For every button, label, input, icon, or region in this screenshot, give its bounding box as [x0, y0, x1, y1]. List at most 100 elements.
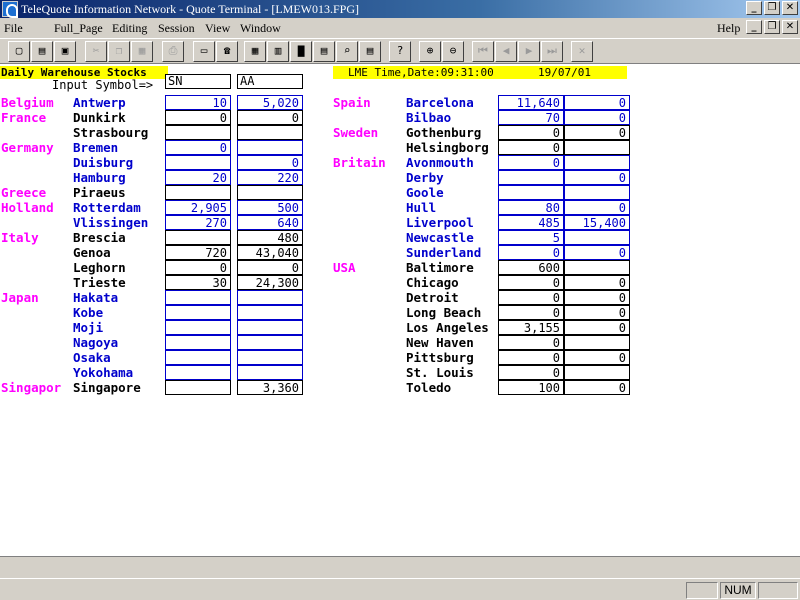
keypad-icon[interactable]: ▭ — [193, 41, 215, 62]
menu-bar: File Full_Page Editing Session View Wind… — [0, 18, 800, 38]
help-icon[interactable]: ? — [389, 41, 411, 62]
symbol-input-1[interactable]: SN — [165, 74, 231, 89]
warehouse-city[interactable]: Rotterdam — [73, 200, 141, 215]
chart-icon[interactable]: ▥ — [267, 41, 289, 62]
stock-cell-symbol1 — [165, 320, 231, 335]
restore-button[interactable]: ❐ — [764, 1, 780, 15]
warehouse-city[interactable]: Hakata — [73, 290, 118, 305]
status-num: NUM — [720, 582, 756, 599]
zoom-out-icon[interactable]: ⊖ — [442, 41, 464, 62]
stock-cell-symbol2 — [237, 320, 303, 335]
stock-cell-symbol1: 0 — [498, 365, 564, 380]
stock-cell-symbol1: 0 — [165, 260, 231, 275]
bar-chart-icon[interactable]: ▇ — [290, 41, 312, 62]
stock-cell-symbol2: 15,400 — [564, 215, 630, 230]
close-icon[interactable]: ✕ — [571, 41, 593, 62]
warehouse-city: Long Beach — [406, 305, 482, 320]
stock-cell-symbol1: 0 — [498, 140, 564, 155]
phone-icon[interactable]: ☎ — [216, 41, 238, 62]
stock-cell-symbol1 — [165, 155, 231, 170]
warehouse-city[interactable]: Avonmouth — [406, 155, 474, 170]
menu-session[interactable]: Session — [158, 21, 195, 36]
cut-icon[interactable]: ✂ — [85, 41, 107, 62]
country-label: Britain — [333, 155, 386, 170]
mdi-minimize-button[interactable]: _ — [746, 20, 762, 34]
close-button[interactable]: ✕ — [782, 1, 798, 15]
warehouse-city[interactable]: Derby — [406, 170, 444, 185]
menu-full-page[interactable]: Full_Page — [54, 21, 103, 36]
copy-icon[interactable]: ❐ — [108, 41, 130, 62]
lme-time: LME Time,Date:09:31:00 — [348, 66, 494, 79]
warehouse-city: Pittsburg — [406, 350, 474, 365]
warehouse-city[interactable]: Bilbao — [406, 110, 451, 125]
warehouse-city[interactable]: Bremen — [73, 140, 118, 155]
stock-cell-symbol2 — [237, 140, 303, 155]
next-icon[interactable]: ▶ — [518, 41, 540, 62]
symbol-input-2[interactable]: AA — [237, 74, 303, 89]
open-icon[interactable]: ▤ — [31, 41, 53, 62]
first-icon[interactable]: ⏮ — [472, 41, 494, 62]
minimize-button[interactable]: _ — [746, 1, 762, 15]
news-icon[interactable]: ▤ — [359, 41, 381, 62]
warehouse-city: Genoa — [73, 245, 111, 260]
toolbar: ▢ ▤ ▣ ✂ ❐ ▦ ⎙ ▭ ☎ ▦ ▥ ▇ ▤ ⌕ ▤ ? ⊕ ⊖ ⏮ ◀ … — [0, 38, 800, 64]
warehouse-city[interactable]: Newcastle — [406, 230, 474, 245]
menu-help[interactable]: Help — [717, 21, 740, 36]
mdi-restore-button[interactable]: ❐ — [764, 20, 780, 34]
warehouse-city[interactable]: Duisburg — [73, 155, 133, 170]
stock-cell-symbol2: 0 — [564, 200, 630, 215]
country-label: Sweden — [333, 125, 379, 140]
stock-cell-symbol1: 70 — [498, 110, 564, 125]
stock-cell-symbol1: 0 — [498, 155, 564, 170]
save-icon[interactable]: ▣ — [54, 41, 76, 62]
app-icon[interactable] — [2, 1, 18, 18]
stock-cell-symbol1: 600 — [498, 260, 564, 275]
warehouse-city[interactable]: Osaka — [73, 350, 111, 365]
warehouse-city[interactable]: Hull — [406, 200, 436, 215]
stock-cell-symbol2 — [564, 155, 630, 170]
grid-icon[interactable]: ▦ — [244, 41, 266, 62]
prev-icon[interactable]: ◀ — [495, 41, 517, 62]
zoom-page-icon[interactable]: ⌕ — [336, 41, 358, 62]
warehouse-city: Helsingborg — [406, 140, 489, 155]
warehouse-city: Gothenburg — [406, 125, 482, 140]
zoom-in-icon[interactable]: ⊕ — [419, 41, 441, 62]
warehouse-city: Piraeus — [73, 185, 126, 200]
warehouse-city[interactable]: Moji — [73, 320, 103, 335]
warehouse-city[interactable]: Yokohama — [73, 365, 133, 380]
warehouse-city[interactable]: Hamburg — [73, 170, 126, 185]
warehouse-city: St. Louis — [406, 365, 474, 380]
stock-cell-symbol2: 0 — [237, 110, 303, 125]
stock-cell-symbol2: 24,300 — [237, 275, 303, 290]
menu-file[interactable]: File — [4, 21, 23, 36]
menu-editing[interactable]: Editing — [112, 21, 147, 36]
stock-cell-symbol2: 0 — [564, 110, 630, 125]
menu-window[interactable]: Window — [240, 21, 281, 36]
stock-cell-symbol1 — [498, 185, 564, 200]
warehouse-city[interactable]: Antwerp — [73, 95, 126, 110]
stock-cell-symbol2 — [564, 260, 630, 275]
stock-cell-symbol1 — [498, 170, 564, 185]
menu-view[interactable]: View — [205, 21, 230, 36]
stock-cell-symbol1: 0 — [498, 305, 564, 320]
mdi-close-button[interactable]: ✕ — [782, 20, 798, 34]
stock-cell-symbol2: 0 — [564, 125, 630, 140]
warehouse-city[interactable]: Sunderland — [406, 245, 481, 260]
warehouse-city: Singapore — [73, 380, 141, 395]
stock-cell-symbol2: 0 — [237, 260, 303, 275]
live-icon[interactable]: ▤ — [313, 41, 335, 62]
new-icon[interactable]: ▢ — [8, 41, 30, 62]
last-icon[interactable]: ⏭ — [541, 41, 563, 62]
warehouse-city[interactable]: Liverpool — [406, 215, 474, 230]
stock-cell-symbol1: 270 — [165, 215, 231, 230]
stock-cell-symbol1: 10 — [165, 95, 231, 110]
warehouse-city[interactable]: Kobe — [73, 305, 103, 320]
stock-cell-symbol2: 220 — [237, 170, 303, 185]
stock-cell-symbol2: 3,360 — [237, 380, 303, 395]
warehouse-city[interactable]: Nagoya — [73, 335, 118, 350]
print-icon[interactable]: ⎙ — [162, 41, 184, 62]
warehouse-city[interactable]: Barcelona — [406, 95, 474, 110]
warehouse-city[interactable]: Vlissingen — [73, 215, 148, 230]
warehouse-city[interactable]: Goole — [406, 185, 444, 200]
paste-icon[interactable]: ▦ — [131, 41, 153, 62]
